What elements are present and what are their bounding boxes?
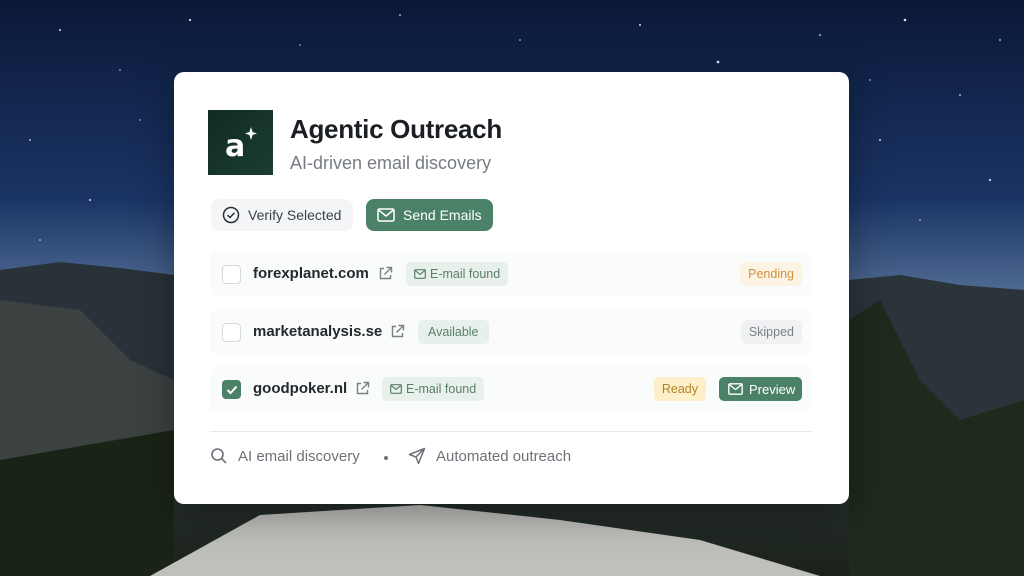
external-link-icon[interactable] xyxy=(390,324,405,339)
row-checkbox[interactable] xyxy=(222,265,241,284)
list-item[interactable]: marketanalysis.se Available Skipped xyxy=(210,309,812,355)
divider xyxy=(210,431,812,432)
domain-name: goodpoker.nl xyxy=(253,380,348,397)
footer-item-label: AI email discovery xyxy=(238,447,360,465)
send-icon xyxy=(408,447,426,465)
mail-icon xyxy=(390,384,402,394)
tag-label: Available xyxy=(428,325,479,339)
email-found-tag: E-mail found xyxy=(382,377,485,401)
email-found-tag: E-mail found xyxy=(406,262,509,286)
check-circle-icon xyxy=(222,206,240,224)
tag-label: E-mail found xyxy=(430,267,501,281)
mail-icon xyxy=(728,383,743,395)
preview-button[interactable]: Preview xyxy=(719,377,802,401)
status-badge: Ready xyxy=(653,377,706,401)
row-checkbox-checked[interactable] xyxy=(222,380,241,399)
mail-icon xyxy=(414,269,426,279)
outreach-card: a Agentic Outreach AI-driven email disco… xyxy=(174,72,849,504)
search-icon xyxy=(211,448,227,464)
external-link-icon[interactable] xyxy=(378,266,393,281)
list-item[interactable]: goodpoker.nl E-mail found Ready Preview xyxy=(210,366,812,412)
app-logo: a xyxy=(208,110,273,175)
footer-feature-discovery: AI email discovery xyxy=(210,447,360,465)
send-emails-label: Send Emails xyxy=(403,207,482,223)
app-subtitle: AI-driven email discovery xyxy=(290,153,492,173)
domain-name: forexplanet.com xyxy=(253,265,369,282)
status-badge: Skipped xyxy=(740,320,802,344)
separator-dot xyxy=(384,456,388,460)
row-checkbox[interactable] xyxy=(222,323,241,342)
verify-selected-button[interactable]: Verify Selected xyxy=(211,199,353,231)
sparkle-a-logo-icon: a xyxy=(225,126,257,163)
footer-feature-outreach: Automated outreach xyxy=(408,447,571,465)
send-emails-button[interactable]: Send Emails xyxy=(366,199,493,231)
list-item[interactable]: forexplanet.com E-mail found Pending xyxy=(210,251,812,297)
footer-item-label: Automated outreach xyxy=(436,447,572,465)
checkmark-icon xyxy=(226,385,237,394)
domain-name: marketanalysis.se xyxy=(253,323,383,340)
preview-label: Preview xyxy=(749,381,796,397)
verify-selected-label: Verify Selected xyxy=(248,207,342,223)
app-title: Agentic Outreach xyxy=(290,114,502,144)
mail-icon xyxy=(377,208,395,222)
tag-label: E-mail found xyxy=(406,382,477,396)
available-tag: Available xyxy=(418,320,489,344)
status-badge: Pending xyxy=(740,262,802,286)
svg-text:a: a xyxy=(225,129,245,163)
external-link-icon[interactable] xyxy=(355,381,370,396)
